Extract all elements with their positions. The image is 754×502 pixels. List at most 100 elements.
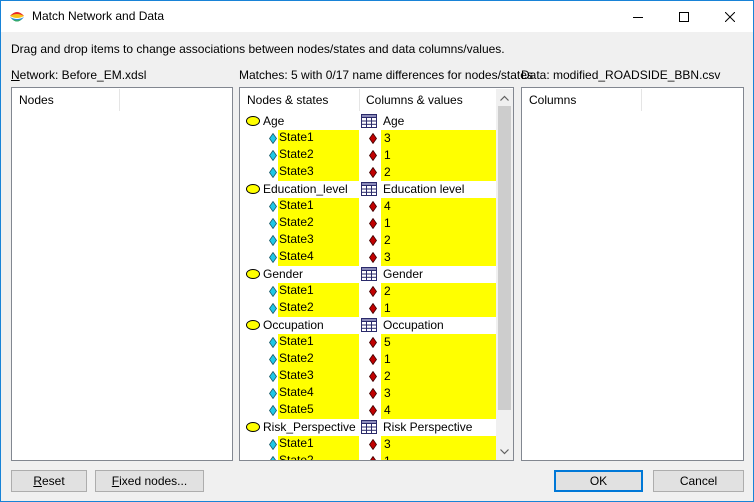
column-name: Risk Perspective: [383, 420, 473, 434]
value-cell[interactable]: [381, 368, 496, 385]
value-text: 2: [384, 165, 391, 179]
value-cell[interactable]: [381, 198, 496, 215]
state-match-row[interactable]: State1 3: [240, 130, 496, 147]
minimize-button[interactable]: [615, 1, 661, 32]
node-match-row[interactable]: Education_level Education level: [240, 181, 496, 198]
column-name: Gender: [383, 267, 424, 281]
columns-values-column-header[interactable]: Columns & values: [359, 88, 496, 113]
value-cell[interactable]: [381, 215, 496, 232]
state-match-row[interactable]: State2 1: [240, 300, 496, 317]
state-match-row[interactable]: State5 4: [240, 402, 496, 419]
state-match-row[interactable]: State1 2: [240, 283, 496, 300]
state-name: State4: [279, 249, 314, 263]
data-label: Data: modified_ROADSIDE_BBN.csv: [521, 68, 721, 82]
ok-button[interactable]: OK: [554, 470, 643, 492]
cancel-button[interactable]: Cancel: [653, 470, 744, 492]
node-ellipse-icon: [246, 184, 260, 194]
value-cell[interactable]: [381, 436, 496, 453]
state-match-row[interactable]: State1 4: [240, 198, 496, 215]
value-diamond-icon: [369, 354, 377, 365]
node-match-row[interactable]: Risk_Perspective Risk Perspective: [240, 419, 496, 436]
state-match-row[interactable]: State3 2: [240, 232, 496, 249]
state-name: State1: [279, 283, 314, 297]
node-match-row[interactable]: Gender Gender: [240, 266, 496, 283]
table-column-icon: [361, 114, 377, 128]
nodes-states-column-header[interactable]: Nodes & states: [240, 88, 359, 113]
network-label-mnemonic: N: [11, 68, 20, 82]
matches-list[interactable]: Nodes & states Columns & values Age Age St…: [239, 87, 514, 461]
value-cell[interactable]: [381, 232, 496, 249]
state-name: State2: [279, 147, 314, 161]
value-diamond-icon: [369, 167, 377, 178]
node-cell[interactable]: Gender: [240, 266, 359, 283]
state-match-row[interactable]: State2 1: [240, 215, 496, 232]
node-cell[interactable]: Occupation: [240, 317, 359, 334]
state-match-row[interactable]: State2 1: [240, 147, 496, 164]
node-cell[interactable]: Age: [240, 113, 359, 130]
column-cell[interactable]: Gender: [361, 266, 496, 283]
node-match-row[interactable]: Age Age: [240, 113, 496, 130]
state-diamond-icon: [269, 439, 277, 450]
node-ellipse-icon: [246, 116, 260, 126]
value-cell[interactable]: [381, 453, 496, 460]
fixed-nodes-button[interactable]: Fixed nodes...: [95, 470, 204, 492]
value-cell[interactable]: [381, 283, 496, 300]
state-match-row[interactable]: State2 1: [240, 453, 496, 460]
state-match-row[interactable]: State3 2: [240, 368, 496, 385]
table-column-icon: [361, 182, 377, 196]
columns-list[interactable]: Columns: [521, 87, 744, 461]
node-ellipse-icon: [246, 422, 260, 432]
window-title: Match Network and Data: [32, 9, 165, 23]
state-name: State5: [279, 402, 314, 416]
value-diamond-icon: [369, 235, 377, 246]
value-text: 3: [384, 386, 391, 400]
value-cell[interactable]: [381, 385, 496, 402]
column-cell[interactable]: Occupation: [361, 317, 496, 334]
nodes-list[interactable]: Nodes: [11, 87, 233, 461]
state-match-row[interactable]: State4 3: [240, 385, 496, 402]
column-separator[interactable]: [119, 89, 120, 111]
nodes-column-header[interactable]: Nodes: [12, 88, 120, 113]
column-name: Education level: [383, 182, 465, 196]
close-button[interactable]: [707, 1, 753, 32]
column-cell[interactable]: Age: [361, 113, 496, 130]
value-text: 2: [384, 369, 391, 383]
value-cell[interactable]: [381, 402, 496, 419]
value-cell[interactable]: [381, 300, 496, 317]
value-cell[interactable]: [381, 351, 496, 368]
state-diamond-icon: [269, 218, 277, 229]
scroll-thumb[interactable]: [498, 106, 511, 410]
state-diamond-icon: [269, 303, 277, 314]
maximize-button[interactable]: [661, 1, 707, 32]
chevron-up-icon: [500, 95, 509, 101]
state-match-row[interactable]: State3 2: [240, 164, 496, 181]
reset-button[interactable]: Reset: [11, 470, 87, 492]
columns-column-header[interactable]: Columns: [522, 88, 641, 113]
value-text: 4: [384, 199, 391, 213]
node-match-row[interactable]: Occupation Occupation: [240, 317, 496, 334]
value-diamond-icon: [369, 337, 377, 348]
scroll-up-button[interactable]: [496, 89, 513, 106]
value-diamond-icon: [369, 150, 377, 161]
title-bar[interactable]: Match Network and Data: [1, 1, 753, 32]
column-cell[interactable]: Education level: [361, 181, 496, 198]
value-cell[interactable]: [381, 249, 496, 266]
state-match-row[interactable]: State4 3: [240, 249, 496, 266]
reset-label-rest: eset: [41, 474, 65, 488]
value-cell[interactable]: [381, 147, 496, 164]
value-cell[interactable]: [381, 164, 496, 181]
value-cell[interactable]: [381, 130, 496, 147]
column-cell[interactable]: Risk Perspective: [361, 419, 496, 436]
value-cell[interactable]: [381, 334, 496, 351]
state-match-row[interactable]: State1 3: [240, 436, 496, 453]
state-name: State2: [279, 300, 314, 314]
node-cell[interactable]: Risk_Perspective: [240, 419, 359, 436]
node-ellipse-icon: [246, 320, 260, 330]
scroll-down-button[interactable]: [496, 443, 513, 460]
state-match-row[interactable]: State1 5: [240, 334, 496, 351]
state-match-row[interactable]: State2 1: [240, 351, 496, 368]
column-separator[interactable]: [641, 89, 642, 111]
state-diamond-icon: [269, 201, 277, 212]
node-cell[interactable]: Education_level: [240, 181, 359, 198]
vertical-scrollbar[interactable]: [496, 89, 513, 460]
